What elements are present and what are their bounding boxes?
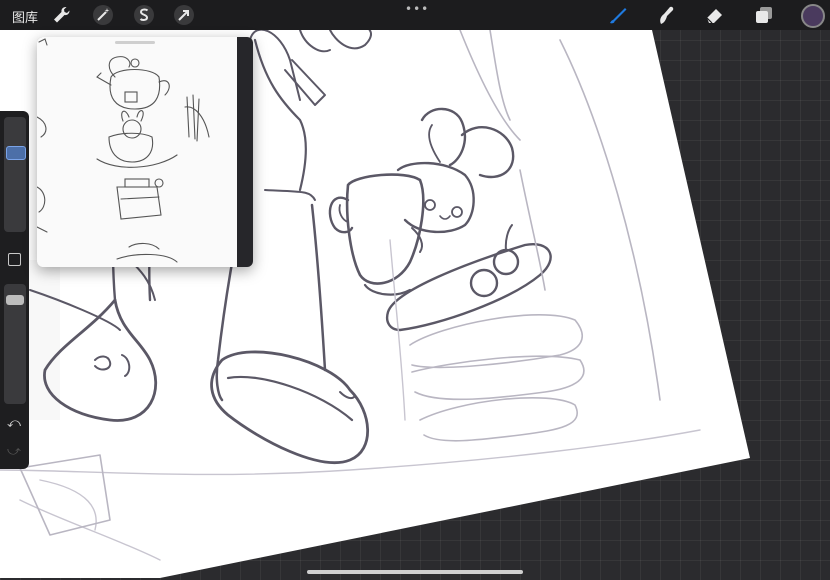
brush-icon[interactable]	[607, 4, 629, 26]
reference-image	[37, 37, 237, 267]
opacity-handle[interactable]	[6, 295, 24, 305]
redo-button[interactable]: ⤻	[7, 444, 21, 459]
opacity-slider[interactable]	[4, 284, 26, 404]
brush-size-slider[interactable]	[4, 117, 26, 232]
wrench-icon[interactable]	[51, 4, 73, 26]
magic-wand-icon[interactable]	[92, 4, 114, 26]
brush-size-handle[interactable]	[6, 146, 26, 160]
reference-panel[interactable]	[37, 37, 253, 267]
color-picker-button[interactable]	[801, 4, 825, 28]
left-sidebar: ⤺ ⤻	[0, 111, 29, 469]
gallery-button[interactable]: 图库	[12, 7, 38, 26]
eraser-icon[interactable]	[704, 4, 726, 26]
selection-s-icon[interactable]	[133, 4, 155, 26]
more-menu[interactable]: •••	[405, 2, 429, 16]
undo-button[interactable]: ⤺	[7, 416, 21, 431]
modify-button[interactable]	[8, 253, 21, 266]
top-toolbar: 图库 •••	[0, 0, 830, 30]
layers-icon[interactable]	[753, 4, 775, 26]
home-indicator[interactable]	[307, 570, 523, 574]
panel-grabber[interactable]	[115, 41, 155, 44]
smudge-icon[interactable]	[655, 4, 677, 26]
transform-arrow-icon[interactable]	[173, 4, 195, 26]
